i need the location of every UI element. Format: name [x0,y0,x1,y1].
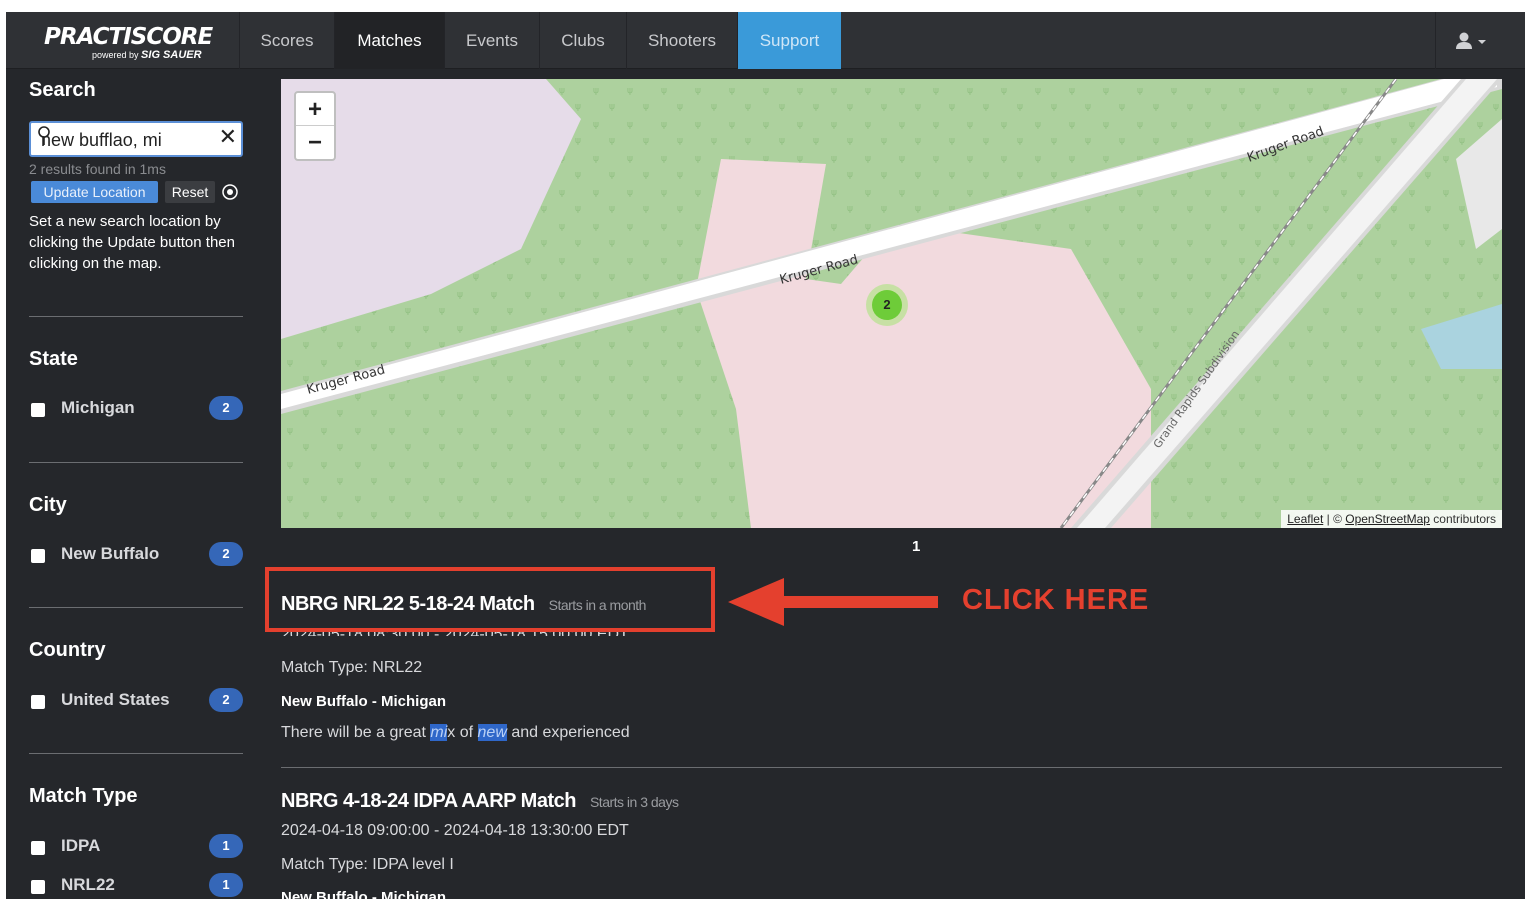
results-count: 2 results found in 1ms [29,161,166,177]
app-window: PRACTISCORE powered by SIG SAUER Scores … [6,12,1525,899]
country-heading: Country [29,639,106,661]
count-badge: 2 [209,688,243,712]
nav-clubs[interactable]: Clubs [539,12,626,69]
divider [29,462,243,463]
user-icon [1456,32,1486,49]
locate-icon[interactable] [221,183,239,201]
map-attribution: Leaflet | © OpenStreetMap contributors [1281,510,1502,528]
checkbox[interactable] [31,549,45,563]
zoom-out-button[interactable]: − [296,126,334,159]
result-title[interactable]: NBRG 4-18-24 IDPA AARP Match Starts in 3 … [281,790,679,813]
match-dates: 2024-04-18 09:00:00 - 2024-04-18 13:30:0… [281,822,629,839]
match-location: New Buffalo - Michigan [281,889,446,899]
nav-events[interactable]: Events [444,12,539,69]
match-start-hint: Starts in 3 days [589,794,679,810]
search-heading: Search [29,79,96,101]
match-type: Match Type: IDPA level I [281,856,454,873]
facet-state-michigan[interactable]: Michigan 2 [29,395,243,421]
state-heading: State [29,348,78,370]
facet-match-type-idpa[interactable]: IDPA 1 [29,833,243,859]
count-badge: 2 [209,396,243,420]
divider [29,607,243,608]
facet-label: NRL22 [61,875,115,894]
nav-support[interactable]: Support [737,12,841,69]
divider [29,316,243,317]
results-map[interactable]: ψ ψ Kruger Road Kruger Road [281,79,1502,528]
update-location-button[interactable]: Update Location [31,181,158,203]
annotation-click-here: CLICK HERE [962,584,1150,616]
annotation-arrow-icon [728,578,938,626]
search-box[interactable]: ✕ [29,121,243,157]
pagination-page[interactable]: 1 [912,538,920,555]
user-menu-button[interactable] [1435,12,1525,69]
facet-label: Michigan [61,398,135,417]
marker-cluster[interactable]: 2 [866,284,908,326]
search-help-text: Set a new search location by clicking th… [29,213,235,272]
zoom-in-button[interactable]: + [296,93,334,126]
facet-city-new-buffalo[interactable]: New Buffalo 2 [29,541,243,567]
nav-scores[interactable]: Scores [239,12,334,69]
checkbox[interactable] [31,403,45,417]
match-name[interactable]: NBRG 4-18-24 IDPA AARP Match [281,790,576,812]
cluster-count: 2 [872,290,902,320]
match-description: There will be a great mix of new and exp… [281,724,630,741]
match-type: Match Type: NRL22 [281,659,423,676]
checkbox[interactable] [31,695,45,709]
checkbox[interactable] [31,880,45,894]
nav-matches[interactable]: Matches [334,12,444,69]
clear-search-icon[interactable]: ✕ [219,124,237,150]
text-cursor-icon [38,126,50,145]
annotation-highlight-box [265,567,715,632]
count-badge: 1 [209,873,243,897]
facet-match-type-nrl22[interactable]: NRL22 1 [29,872,243,898]
match-type-heading: Match Type [29,785,138,807]
facet-label: New Buffalo [61,544,160,563]
divider [29,753,243,754]
match-location: New Buffalo - Michigan [281,693,446,710]
count-badge: 1 [209,834,243,858]
brand-tagline: powered by SIG SAUER [92,49,202,61]
facet-country-united-states[interactable]: United States 2 [29,687,243,713]
city-heading: City [29,494,67,516]
divider [281,767,1502,768]
brand-logo[interactable]: PRACTISCORE powered by SIG SAUER [6,12,239,69]
leaflet-link[interactable]: Leaflet [1287,512,1323,526]
checkbox[interactable] [31,841,45,855]
search-input[interactable] [41,128,216,152]
reset-button[interactable]: Reset [165,181,215,203]
facet-label: United States [61,690,170,709]
osm-link[interactable]: OpenStreetMap [1345,512,1430,526]
nav-shooters[interactable]: Shooters [626,12,737,69]
zoom-control: + − [294,91,336,161]
top-navbar: PRACTISCORE powered by SIG SAUER Scores … [6,12,1525,69]
facet-label: IDPA [61,836,101,855]
count-badge: 2 [209,542,243,566]
brand-name: PRACTISCORE [44,24,213,50]
